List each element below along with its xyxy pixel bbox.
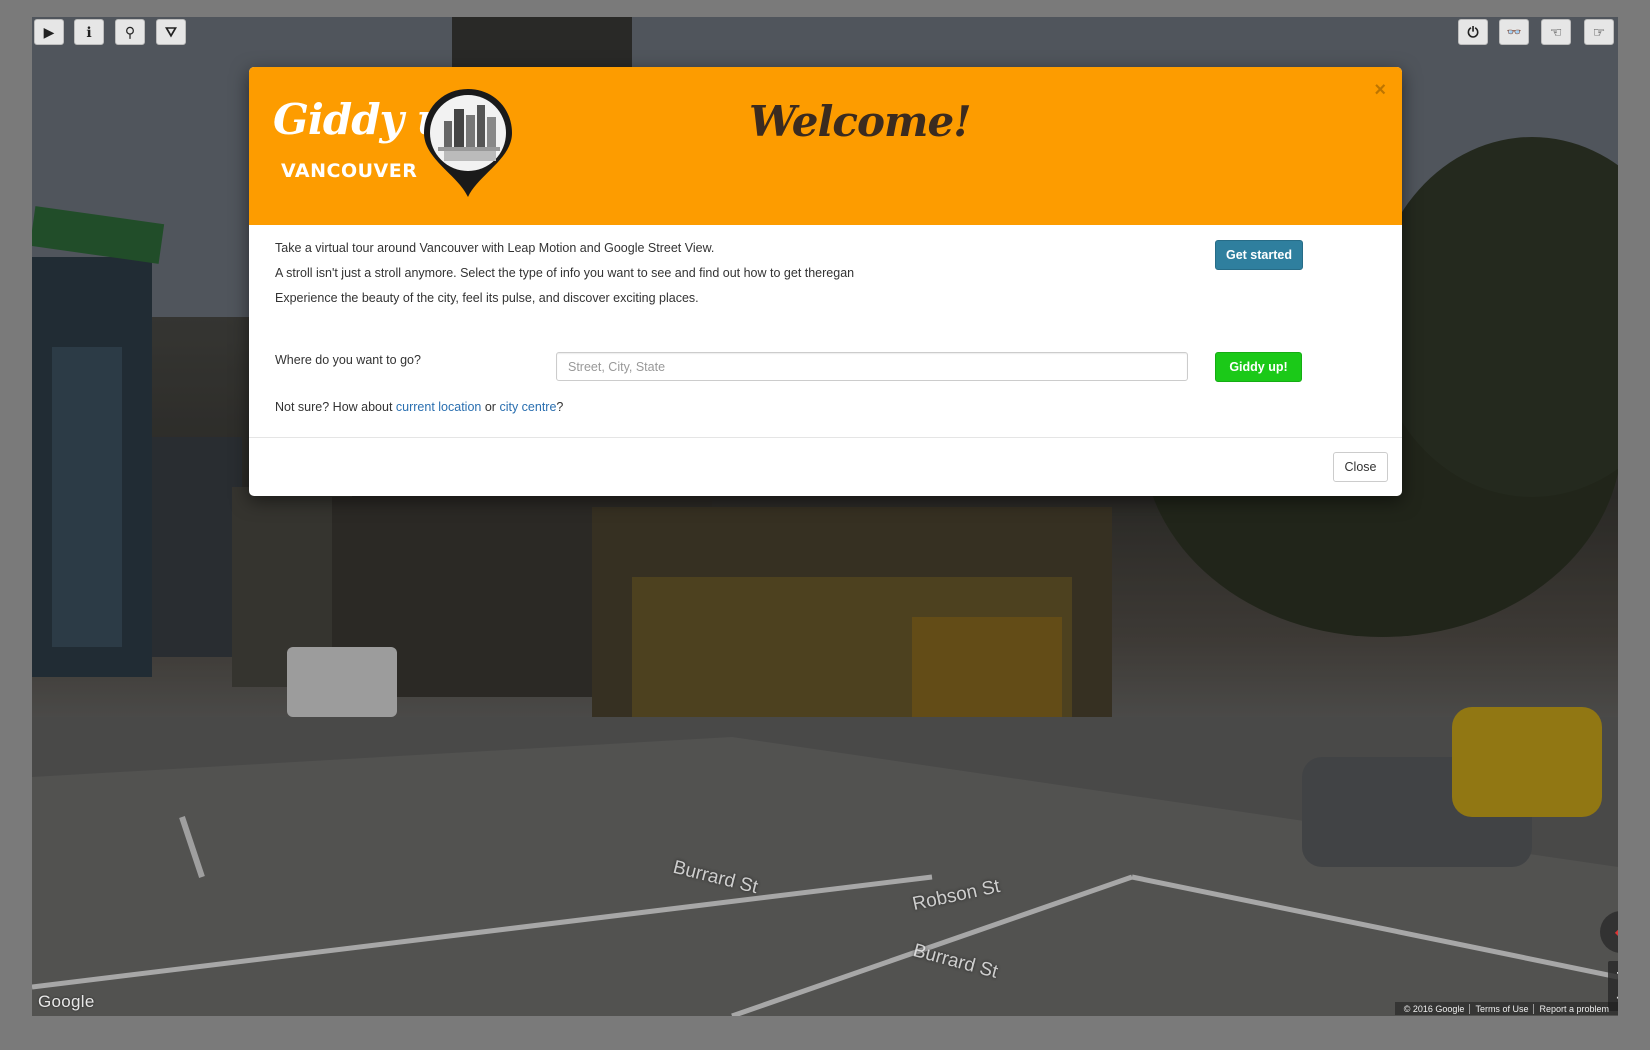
hand-point-left-icon: ☜ xyxy=(1549,23,1563,40)
power-button[interactable]: ⏻ xyxy=(1458,19,1488,45)
city-centre-link[interactable]: city centre xyxy=(499,400,556,414)
location-button[interactable]: ⚲ xyxy=(115,19,145,45)
power-icon: ⏻ xyxy=(1467,23,1479,40)
logo-subtitle: VANCOUVER xyxy=(281,160,418,182)
binoculars-button[interactable]: 👓 xyxy=(1499,19,1529,45)
road-button[interactable]: ⛛ xyxy=(156,19,186,45)
welcome-title: Welcome! xyxy=(749,97,972,146)
suggestion-prefix: Not sure? How about xyxy=(275,400,396,414)
where-label: Where do you want to go? xyxy=(275,353,421,367)
close-icon[interactable]: × xyxy=(1374,79,1386,102)
question-mark: ? xyxy=(556,400,564,414)
report-problem-link[interactable]: Report a problem xyxy=(1533,1003,1614,1014)
location-pin-icon: ⚲ xyxy=(124,23,136,40)
zoom-in-icon[interactable]: + xyxy=(1616,965,1618,983)
current-location-link[interactable]: current location xyxy=(396,400,481,414)
road-icon: ⛛ xyxy=(165,23,177,40)
copyright-text: © 2016 Google xyxy=(1403,1003,1465,1014)
binoculars-icon: 👓 xyxy=(1506,25,1522,39)
info-icon: ℹ xyxy=(86,23,92,40)
destination-input[interactable] xyxy=(556,352,1188,381)
info-button[interactable]: ℹ xyxy=(74,19,104,45)
city-pin-logo-icon xyxy=(424,89,512,197)
google-logo: Google xyxy=(38,992,95,1011)
close-button[interactable]: Close xyxy=(1333,452,1388,482)
or-text: or xyxy=(481,400,500,414)
compass-icon: ◆ xyxy=(1615,922,1618,942)
map-footer: © 2016 Google Terms of Use Report a prob… xyxy=(1394,1002,1618,1015)
terms-link[interactable]: Terms of Use xyxy=(1469,1003,1533,1014)
point-right-button[interactable]: ☞ xyxy=(1584,19,1614,45)
welcome-modal: Giddy up VANCOUVER Welcome! × Take a vir… xyxy=(249,67,1402,496)
giddy-up-button[interactable]: Giddy up! xyxy=(1215,352,1302,382)
suggestion-text: Not sure? How about current location or … xyxy=(275,400,563,414)
point-left-button[interactable]: ☜ xyxy=(1541,19,1571,45)
intro-line: A stroll isn't just a stroll anymore. Se… xyxy=(275,266,855,280)
intro-line: Experience the beauty of the city, feel … xyxy=(275,291,699,305)
modal-header: Giddy up VANCOUVER Welcome! × xyxy=(249,67,1402,225)
intro-line: Take a virtual tour around Vancouver wit… xyxy=(275,241,715,255)
get-started-button[interactable]: Get started xyxy=(1215,240,1303,270)
modal-footer: Close xyxy=(249,437,1402,496)
play-icon: ▶ xyxy=(43,23,55,40)
play-button[interactable]: ▶ xyxy=(34,19,64,45)
hand-point-right-icon: ☞ xyxy=(1592,23,1606,40)
